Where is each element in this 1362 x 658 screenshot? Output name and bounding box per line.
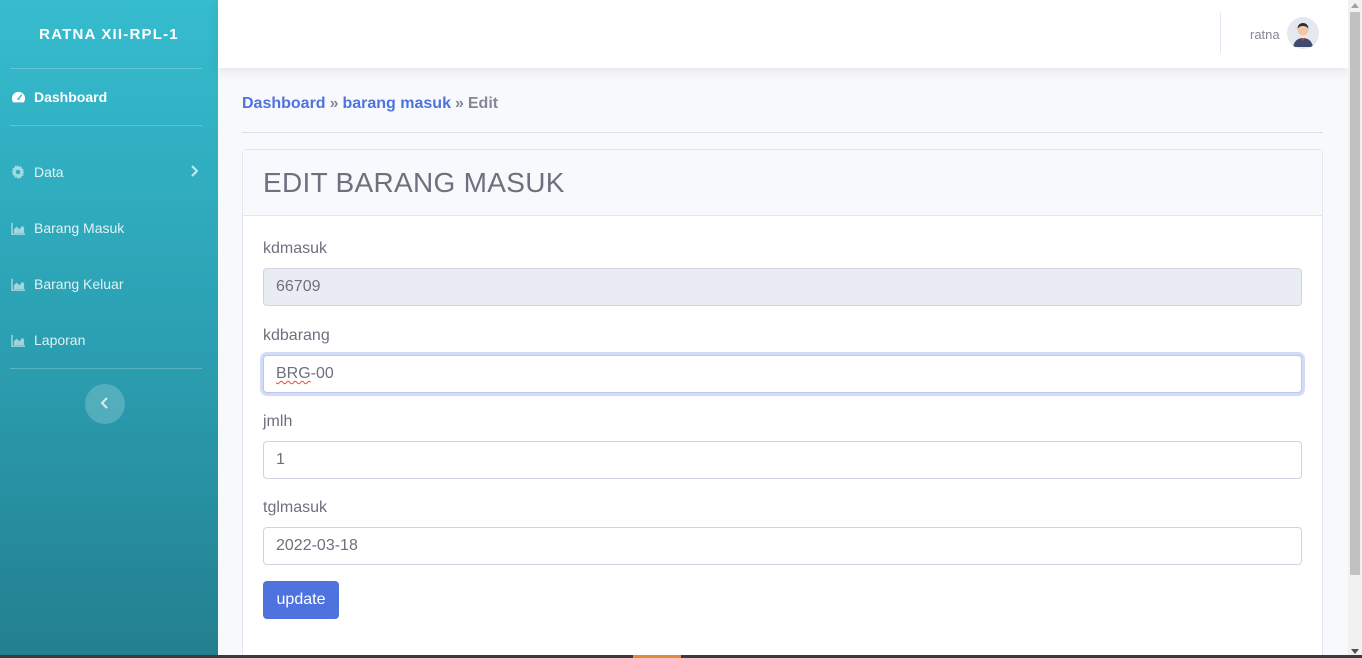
jmlh-value: 1 <box>276 451 285 468</box>
gear-icon <box>10 164 26 180</box>
sidebar-item-label: Barang Masuk <box>34 220 125 236</box>
breadcrumb-separator: » <box>454 95 464 112</box>
chevron-left-icon <box>100 396 109 412</box>
tglmasuk-field[interactable]: 2022-03-18 <box>263 527 1302 565</box>
sidebar-item-barang-masuk[interactable]: Barang Masuk <box>0 200 218 256</box>
edit-card: EDIT BARANG MASUK kdmasuk 66709 kdbarang… <box>242 149 1323 658</box>
kdmasuk-field[interactable]: 66709 <box>263 268 1302 306</box>
scroll-up-arrow-icon[interactable] <box>1351 3 1359 8</box>
tglmasuk-label: tglmasuk <box>263 499 328 516</box>
sidebar: RATNA XII-RPL-1 Dashboard Data Barang Ma… <box>0 0 218 658</box>
kdbarang-field[interactable]: BRG-00 <box>263 355 1302 393</box>
breadcrumb-barang-masuk[interactable]: barang masuk <box>342 95 450 112</box>
chart-area-icon <box>10 332 26 348</box>
chart-area-icon <box>10 276 26 292</box>
sidebar-item-label: Laporan <box>34 332 86 348</box>
kdmasuk-label: kdmasuk <box>263 240 328 257</box>
sidebar-item-label: Dashboard <box>34 89 108 105</box>
jmlh-label: jmlh <box>263 413 293 430</box>
tachometer-icon <box>10 89 26 105</box>
breadcrumb-separator: » <box>329 95 339 112</box>
brand-title[interactable]: RATNA XII-RPL-1 <box>0 0 218 68</box>
chart-area-icon <box>10 220 26 236</box>
chevron-right-icon <box>190 164 199 180</box>
jmlh-field[interactable]: 1 <box>263 441 1302 479</box>
card-header: EDIT BARANG MASUK <box>243 150 1322 216</box>
topbar: ratna <box>218 0 1348 68</box>
sidebar-item-label: Barang Keluar <box>34 276 124 292</box>
scrollbar-thumb[interactable] <box>1350 12 1360 575</box>
breadcrumb-current: Edit <box>467 95 499 112</box>
tglmasuk-value: 2022-03-18 <box>276 537 358 554</box>
kdmasuk-value: 66709 <box>276 278 321 295</box>
kdbarang-label: kdbarang <box>263 327 330 344</box>
sidebar-item-label: Data <box>34 164 64 180</box>
sidebar-toggle-button[interactable] <box>85 384 125 424</box>
update-button[interactable]: update <box>263 581 339 619</box>
divider <box>242 132 1323 133</box>
breadcrumb-dashboard[interactable]: Dashboard <box>242 95 326 112</box>
card-title: EDIT BARANG MASUK <box>263 166 565 198</box>
sidebar-divider <box>10 368 202 369</box>
sidebar-item-barang-keluar[interactable]: Barang Keluar <box>0 256 218 312</box>
kdbarang-value-misspelled: BRG <box>276 365 311 382</box>
topbar-divider <box>1220 13 1221 53</box>
kdbarang-value-rest: -00 <box>310 365 334 382</box>
breadcrumb: Dashboard» barang masuk» Edit <box>242 95 498 113</box>
sidebar-item-data[interactable]: Data <box>0 144 218 200</box>
scroll-down-arrow-icon[interactable] <box>1351 649 1359 654</box>
user-avatar-icon[interactable] <box>1287 17 1319 49</box>
username[interactable]: ratna <box>1250 27 1280 42</box>
sidebar-item-dashboard[interactable]: Dashboard <box>0 69 218 125</box>
sidebar-item-laporan[interactable]: Laporan <box>0 312 218 368</box>
page-scrollbar[interactable] <box>1348 0 1362 658</box>
